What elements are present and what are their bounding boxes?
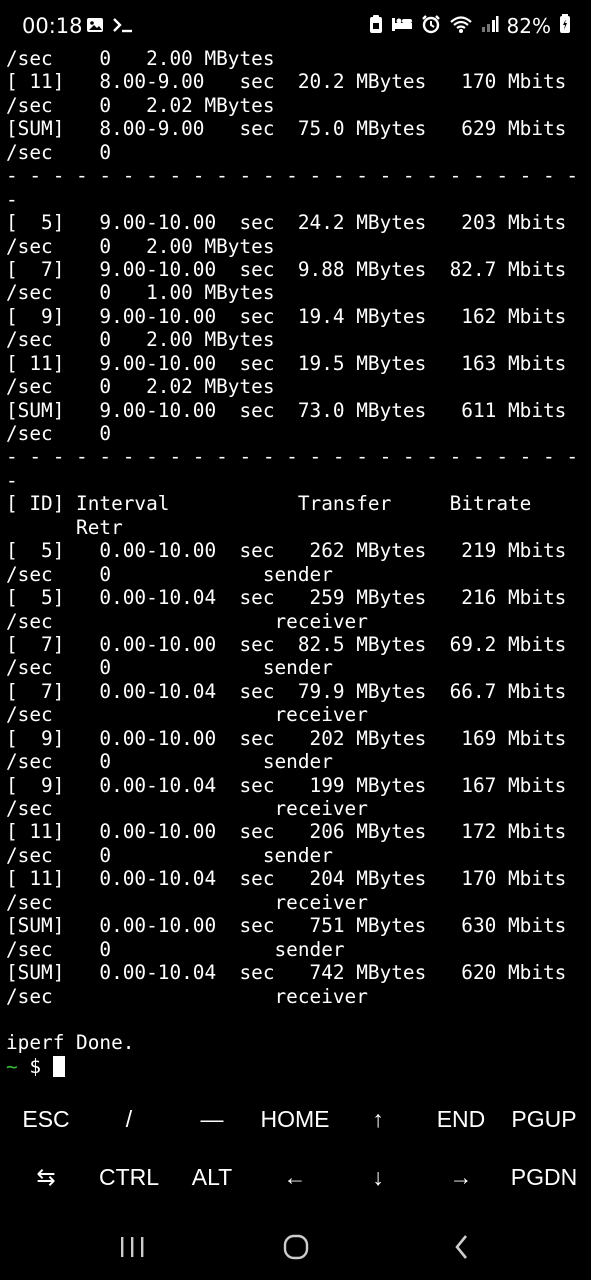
terminal-line: [ 9] 9.00-10.00 sec 19.4 MBytes 162 Mbit… xyxy=(6,304,567,328)
terminal-line: iperf Done. xyxy=(6,1031,135,1055)
prompt-tilde: ~ xyxy=(6,1054,18,1078)
status-right-icons: 82% xyxy=(369,14,571,38)
tab-key[interactable]: ⇆ xyxy=(36,1148,55,1206)
image-icon xyxy=(86,16,104,38)
terminal-line: /sec receiver xyxy=(6,890,368,914)
esc-key[interactable]: ESC xyxy=(22,1090,69,1148)
terminal-line: [SUM] 9.00-10.00 sec 73.0 MBytes 611 Mbi… xyxy=(6,398,567,422)
terminal-cursor xyxy=(52,1055,65,1077)
terminal-line: [ 11] 0.00-10.00 sec 206 MBytes 172 Mbit… xyxy=(6,820,567,844)
alarm-icon xyxy=(421,14,441,38)
terminal-line: - xyxy=(6,468,18,492)
battery-icon xyxy=(559,14,571,38)
terminal-line: /sec 0 2.00 MBytes xyxy=(6,234,275,258)
home-key[interactable]: HOME xyxy=(261,1090,330,1148)
terminal-line: [ 9] 0.00-10.04 sec 199 MBytes 167 Mbits xyxy=(6,773,567,797)
terminal-line: - - - - - - - - - - - - - - - - - - - - … xyxy=(6,445,579,469)
terminal-line: [ 7] 0.00-10.04 sec 79.9 MBytes 66.7 Mbi… xyxy=(6,679,567,703)
terminal-line: /sec 0 sender xyxy=(6,937,345,961)
terminal-line: - - - - - - - - - - - - - - - - - - - - … xyxy=(6,164,579,188)
terminal-line: /sec 0 xyxy=(6,422,112,445)
extra-keys-row-1: ESC / — HOME ↑ END PGUP xyxy=(0,1090,591,1148)
terminal-line: /sec 0 sender xyxy=(6,750,333,774)
terminal-line: /sec 0 2.02 MBytes xyxy=(6,375,275,399)
terminal-line: [ 7] 0.00-10.00 sec 82.5 MBytes 69.2 Mbi… xyxy=(6,632,567,656)
terminal-line: /sec 0 2.02 MBytes xyxy=(6,93,275,117)
home-icon[interactable] xyxy=(276,1230,316,1264)
terminal-line: /sec receiver xyxy=(6,984,368,1008)
signal-icon xyxy=(481,15,499,37)
terminal-line: /sec 0 2.00 MBytes xyxy=(6,47,275,70)
sleep-icon xyxy=(391,15,413,37)
pgup-key[interactable]: PGUP xyxy=(511,1090,576,1148)
terminal-prompt-icon xyxy=(112,16,134,38)
terminal-line: /sec 0 sender xyxy=(6,843,333,867)
terminal-line: /sec 0 sender xyxy=(6,562,333,586)
terminal-line: [ 11] 9.00-10.00 sec 19.5 MBytes 163 Mbi… xyxy=(6,351,567,375)
terminal-line: [SUM] 0.00-10.00 sec 751 MBytes 630 Mbit… xyxy=(6,914,567,938)
down-arrow-key[interactable]: ↓ xyxy=(372,1148,384,1206)
right-arrow-key[interactable]: → xyxy=(450,1148,473,1206)
terminal-line: /sec receiver xyxy=(6,609,368,633)
status-time: 00:18 xyxy=(22,14,83,38)
terminal-line: /sec receiver xyxy=(6,703,368,727)
end-key[interactable]: END xyxy=(437,1090,486,1148)
terminal-line: /sec 0 1.00 MBytes xyxy=(6,281,275,305)
terminal-line: [SUM] 8.00-9.00 sec 75.0 MBytes 629 Mbit… xyxy=(6,117,567,141)
terminal-line: [ 7] 9.00-10.00 sec 9.88 MBytes 82.7 Mbi… xyxy=(6,257,567,281)
alt-key[interactable]: ALT xyxy=(192,1148,232,1206)
terminal-line: [ 5] 0.00-10.04 sec 259 MBytes 216 Mbits xyxy=(6,586,567,610)
prompt-symbol: $ xyxy=(17,1054,53,1078)
terminal-line: /sec receiver xyxy=(6,797,368,820)
terminal-output[interactable]: /sec 0 2.00 MBytes[ 11] 8.00-9.00 sec 20… xyxy=(6,47,591,1082)
terminal-line: [ 5] 0.00-10.00 sec 262 MBytes 219 Mbits xyxy=(6,539,567,563)
terminal-line: [ 9] 0.00-10.00 sec 202 MBytes 169 Mbits xyxy=(6,726,567,750)
recent-apps-icon[interactable] xyxy=(112,1230,152,1264)
terminal-line: /sec 0 sender xyxy=(6,656,333,680)
terminal-line: - xyxy=(6,187,18,211)
shell-prompt[interactable]: ~ $ xyxy=(6,1055,591,1078)
battery-percentage: 82% xyxy=(506,14,551,38)
wifi-icon xyxy=(449,14,473,38)
left-arrow-key[interactable]: ← xyxy=(284,1148,307,1206)
clipboard-icon xyxy=(369,14,383,38)
status-left-icons xyxy=(86,16,134,38)
terminal-line: Retr xyxy=(6,515,123,539)
extra-keys-row-2: ⇆ CTRL ALT ← ↓ → PGDN xyxy=(0,1148,591,1206)
terminal-line: [ 11] 8.00-9.00 sec 20.2 MBytes 170 Mbit… xyxy=(6,70,567,94)
terminal-line: [SUM] 0.00-10.04 sec 742 MBytes 620 Mbit… xyxy=(6,961,567,985)
terminal-line: /sec 0 2.00 MBytes xyxy=(6,328,275,352)
terminal-line: [ ID] Interval Transfer Bitrate xyxy=(6,492,532,516)
ctrl-key[interactable]: CTRL xyxy=(99,1148,159,1206)
terminal-line: [ 11] 0.00-10.04 sec 204 MBytes 170 Mbit… xyxy=(6,867,567,891)
terminal-line: /sec 0 xyxy=(6,140,112,164)
up-arrow-key[interactable]: ↑ xyxy=(372,1090,384,1148)
slash-key[interactable]: / xyxy=(126,1090,132,1148)
dash-key[interactable]: — xyxy=(201,1090,224,1148)
status-bar: 00:18 82% xyxy=(0,0,591,50)
back-icon[interactable] xyxy=(442,1230,482,1264)
pgdn-key[interactable]: PGDN xyxy=(511,1148,577,1206)
terminal-line: [ 5] 9.00-10.00 sec 24.2 MBytes 203 Mbit… xyxy=(6,211,567,235)
navigation-bar xyxy=(0,1216,591,1280)
